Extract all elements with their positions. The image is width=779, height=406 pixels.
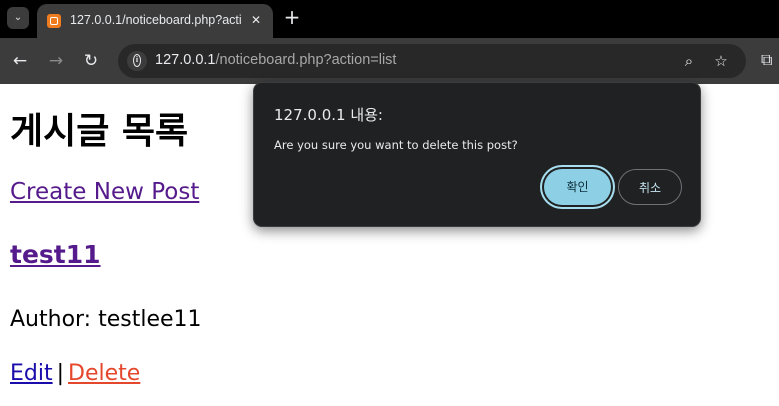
reload-icon[interactable]: ↻ xyxy=(79,49,103,73)
dialog-title: 127.0.0.1 내용: xyxy=(274,106,383,124)
close-tab-icon[interactable]: ✕ xyxy=(247,11,265,29)
dialog-message: Are you sure you want to delete this pos… xyxy=(274,138,518,152)
tab-search-icon[interactable]: ⌄ xyxy=(7,7,29,29)
post-author: Author: testlee11 xyxy=(10,307,202,332)
site-info-icon[interactable] xyxy=(127,51,147,71)
create-post-link[interactable]: Create New Post xyxy=(10,179,199,205)
page-title: 게시글 목록 xyxy=(10,111,189,152)
back-icon[interactable]: ← xyxy=(8,49,32,73)
zoom-icon[interactable]: ⌕ xyxy=(679,51,699,71)
delete-link[interactable]: Delete xyxy=(68,361,140,386)
new-tab-icon[interactable]: + xyxy=(282,7,302,27)
url-text[interactable]: 127.0.0.1/noticeboard.php?action=list xyxy=(155,52,396,68)
browser-toolbar: ← → ↻ 127.0.0.1/noticeboard.php?action=l… xyxy=(0,38,779,84)
bookmark-star-icon[interactable]: ☆ xyxy=(711,51,731,71)
post-actions: Edit | Delete xyxy=(10,361,140,386)
action-separator: | xyxy=(56,361,65,386)
extensions-icon[interactable]: ⧉ xyxy=(761,49,779,71)
browser-tab[interactable]: 127.0.0.1/noticeboard.php?action=list ✕ xyxy=(37,4,273,38)
url-path: /noticeboard.php?action=list xyxy=(215,52,397,68)
post-title: test11 xyxy=(10,240,101,269)
confirm-cancel-button[interactable]: 취소 xyxy=(618,169,682,205)
favicon-icon xyxy=(47,14,61,28)
confirm-ok-button[interactable]: 확인 xyxy=(544,169,611,205)
forward-icon[interactable]: → xyxy=(44,49,68,73)
tab-title: 127.0.0.1/noticeboard.php?action=list xyxy=(70,13,242,27)
edit-link[interactable]: Edit xyxy=(10,361,53,386)
address-bar[interactable]: 127.0.0.1/noticeboard.php?action=list ⌕ … xyxy=(118,44,746,78)
tab-strip: ⌄ 127.0.0.1/noticeboard.php?action=list … xyxy=(0,0,779,38)
confirm-dialog: 127.0.0.1 내용: Are you sure you want to d… xyxy=(253,82,701,227)
post-title-link[interactable]: test11 xyxy=(10,240,101,269)
url-host: 127.0.0.1 xyxy=(155,52,216,68)
